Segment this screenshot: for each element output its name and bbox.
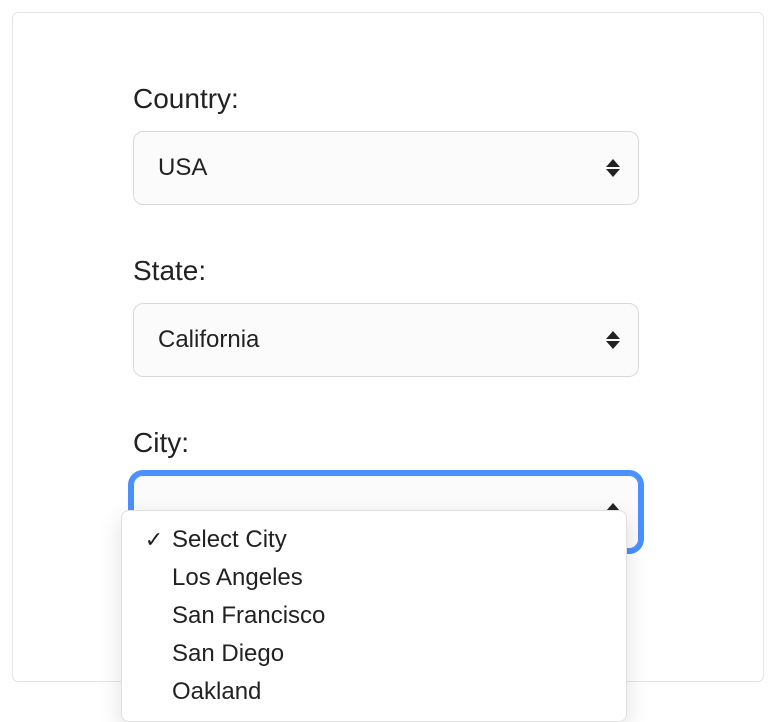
form-card: Country: USA State: California City:: [12, 12, 764, 682]
city-option-los-angeles[interactable]: Los Angeles: [122, 559, 626, 597]
city-label: City:: [133, 427, 643, 459]
state-select[interactable]: California: [133, 303, 639, 377]
check-icon: ✓: [140, 527, 168, 553]
option-label: Select City: [168, 526, 287, 554]
country-value: USA: [158, 154, 207, 182]
country-select[interactable]: USA: [133, 131, 639, 205]
option-label: Oakland: [168, 678, 261, 706]
city-dropdown: ✓ Select City Los Angeles San Francisco …: [121, 510, 627, 722]
city-option-san-francisco[interactable]: San Francisco: [122, 597, 626, 635]
city-option-san-diego[interactable]: San Diego: [122, 635, 626, 673]
country-field: Country: USA: [133, 83, 643, 205]
option-label: San Francisco: [168, 602, 325, 630]
option-label: San Diego: [168, 640, 284, 668]
state-label: State:: [133, 255, 643, 287]
country-label: Country:: [133, 83, 643, 115]
state-value: California: [158, 326, 259, 354]
option-label: Los Angeles: [168, 564, 303, 592]
updown-icon: [606, 159, 620, 177]
updown-icon: [606, 331, 620, 349]
state-field: State: California: [133, 255, 643, 377]
city-option-select-city[interactable]: ✓ Select City: [122, 521, 626, 559]
city-option-oakland[interactable]: Oakland: [122, 673, 626, 711]
